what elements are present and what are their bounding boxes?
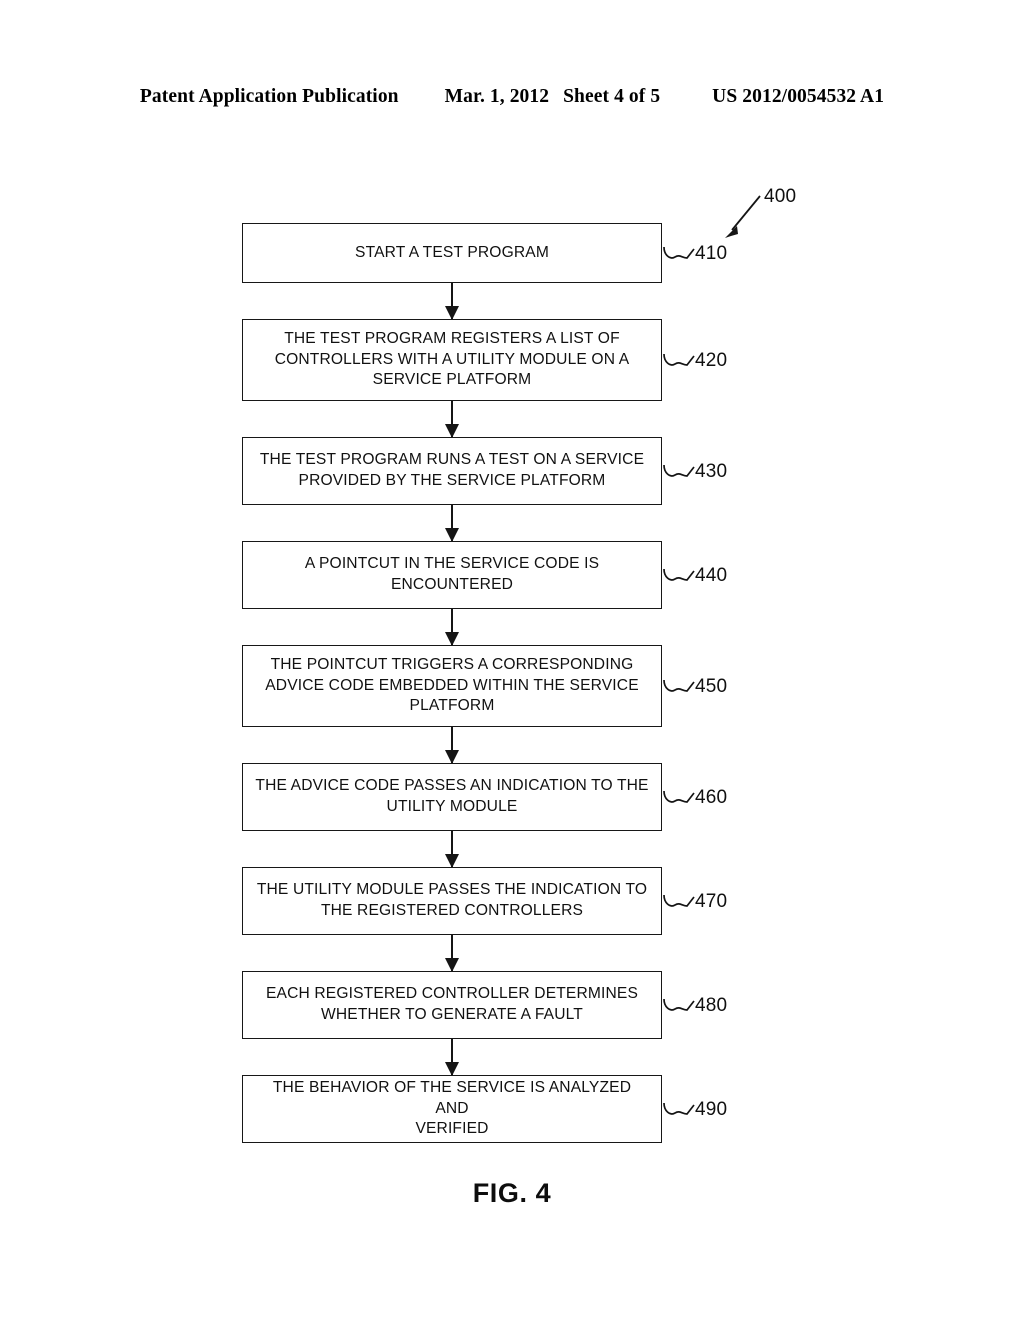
flowchart-connector-440-to-450 [451, 609, 453, 645]
diagram-reference-400: 400 [722, 186, 852, 246]
figure-caption: FIG. 4 [472, 1178, 552, 1208]
flowchart-step-490: THE BEHAVIOR OF THE SERVICE IS ANALYZED … [242, 1075, 662, 1143]
reference-leader-squiggle-icon [663, 353, 695, 366]
flowchart-step-430-reference: 430 [663, 458, 727, 484]
flowchart-step-470: THE UTILITY MODULE PASSES THE INDICATION… [242, 867, 662, 935]
flowchart-step-420-reference-label: 420 [695, 349, 728, 371]
diagram-reference-label: 400 [764, 186, 797, 207]
flowchart-connector-470-to-480 [451, 935, 453, 971]
reference-leader-squiggle-icon [663, 568, 695, 581]
flowchart-step-460-label: THE ADVICE CODE PASSES AN INDICATION TO … [255, 777, 649, 815]
reference-leader-squiggle-icon [663, 998, 695, 1011]
flowchart-step-490-label: THE BEHAVIOR OF THE SERVICE IS ANALYZED … [272, 1078, 632, 1138]
flowchart-step-450: THE POINTCUT TRIGGERS A CORRESPONDING AD… [242, 645, 662, 727]
reference-leader-squiggle-icon [663, 1102, 695, 1115]
flowchart-step-410: START A TEST PROGRAM [242, 223, 662, 283]
flowchart-step-410-label: START A TEST PROGRAM [355, 243, 549, 261]
flowchart-step-460-reference: 460 [663, 784, 727, 810]
flowchart-step-410-reference-label: 410 [695, 242, 728, 264]
flowchart-step-480: EACH REGISTERED CONTROLLER DETERMINES WH… [242, 971, 662, 1039]
flowchart-connector-450-to-460 [451, 727, 453, 763]
flowchart-step-440-label: A POINTCUT IN THE SERVICE CODE IS ENCOUN… [304, 555, 600, 593]
flowchart-step-430-reference-label: 430 [695, 460, 728, 482]
flowchart-step-490-reference-label: 490 [695, 1098, 728, 1120]
flowchart-diagram: 400 START A TEST PROGRAM 410 THE TEST PROG… [0, 0, 1024, 1320]
flowchart-step-420: THE TEST PROGRAM REGISTERS A LIST OF CON… [242, 319, 662, 401]
flowchart-step-480-reference: 480 [663, 992, 727, 1018]
flowchart-step-460: THE ADVICE CODE PASSES AN INDICATION TO … [242, 763, 662, 831]
flowchart-step-440-reference-label: 440 [695, 564, 728, 586]
reference-leader-squiggle-icon [663, 894, 695, 907]
flowchart-connector-480-to-490 [451, 1039, 453, 1075]
flowchart-step-470-reference: 470 [663, 888, 727, 914]
flowchart-step-420-label: THE TEST PROGRAM REGISTERS A LIST OF CON… [274, 329, 630, 389]
reference-leader-squiggle-icon [663, 464, 695, 477]
flowchart-connector-430-to-440 [451, 505, 453, 541]
reference-leader-squiggle-icon [663, 679, 695, 692]
flowchart-step-460-reference-label: 460 [695, 786, 728, 808]
flowchart-step-440-reference: 440 [663, 562, 727, 588]
flowchart-step-470-reference-label: 470 [695, 890, 728, 912]
flowchart-step-440: A POINTCUT IN THE SERVICE CODE IS ENCOUN… [242, 541, 662, 609]
flowchart-step-450-reference-label: 450 [695, 675, 728, 697]
reference-leader-squiggle-icon [663, 246, 695, 259]
reference-leader-squiggle-icon [663, 790, 695, 803]
flowchart-step-450-label: THE POINTCUT TRIGGERS A CORRESPONDING AD… [265, 655, 639, 715]
flowchart-connector-410-to-420 [451, 283, 453, 319]
flowchart-step-490-reference: 490 [663, 1096, 727, 1122]
flowchart-step-480-reference-label: 480 [695, 994, 728, 1016]
flowchart-step-470-label: THE UTILITY MODULE PASSES THE INDICATION… [256, 881, 648, 919]
flowchart-step-420-reference: 420 [663, 347, 727, 373]
flowchart-step-430: THE TEST PROGRAM RUNS A TEST ON A SERVIC… [242, 437, 662, 505]
flowchart-connector-420-to-430 [451, 401, 453, 437]
flowchart-step-430-label: THE TEST PROGRAM RUNS A TEST ON A SERVIC… [259, 451, 645, 489]
flowchart-step-450-reference: 450 [663, 673, 727, 699]
flowchart-step-410-reference: 410 [663, 240, 727, 266]
flowchart-connector-460-to-470 [451, 831, 453, 867]
flowchart-step-480-label: EACH REGISTERED CONTROLLER DETERMINES WH… [265, 985, 639, 1023]
